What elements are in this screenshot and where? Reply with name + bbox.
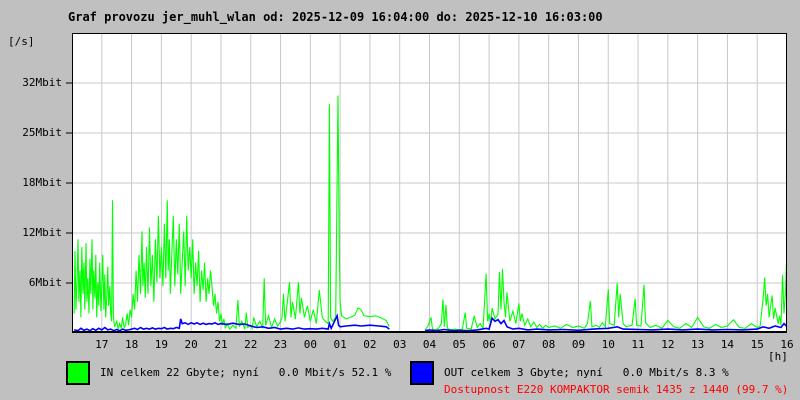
y-tick-label: 12Mbit (22, 226, 62, 239)
x-tick-label: 21 (214, 338, 228, 351)
x-tick-label: 02 (363, 338, 377, 351)
x-tick-label: 12 (661, 338, 675, 351)
legend-in-swatch (66, 361, 90, 385)
legend-out-label: OUT celkem 3 Gbyte; nyní 0.0 Mbit/s 8.3 … (444, 366, 729, 379)
x-tick-label: 23 (273, 338, 288, 351)
x-tick-label: 13 (691, 338, 705, 351)
y-tick-label: 25Mbit (22, 126, 62, 139)
traffic-graph (66, 33, 787, 333)
x-tick-label: 18 (124, 338, 139, 351)
y-axis-unit-label: [/s] (8, 35, 35, 48)
availability-status-text: Dostupnost E220 KOMPAKTOR semik 1435 z 1… (444, 383, 789, 396)
y-tick-label: 32Mbit (22, 76, 62, 89)
x-tick-label: 19 (154, 338, 168, 351)
legend-in-label: IN celkem 22 Gbyte; nyní 0.0 Mbit/s 52.1… (100, 366, 392, 379)
x-tick-label: 11 (631, 338, 645, 351)
x-tick-label: 22 (244, 338, 258, 351)
x-tick-label: 06 (482, 338, 496, 351)
x-tick-label: 20 (184, 338, 198, 351)
x-tick-label: 17 (95, 338, 109, 351)
y-tick-label: 18Mbit (22, 176, 62, 189)
x-tick-label: 01 (333, 338, 347, 351)
x-axis-unit-label: [h] (768, 350, 788, 363)
legend-out-swatch (410, 361, 434, 385)
x-tick-label: 15 (750, 338, 764, 351)
x-tick-label: 03 (393, 338, 407, 351)
x-tick-label: 04 (422, 338, 437, 351)
series-in-line (424, 264, 787, 331)
x-tick-label: 05 (452, 338, 466, 351)
page-title: Graf provozu jer_muhl_wlan od: 2025-12-0… (68, 10, 603, 24)
x-tick-label: 09 (571, 338, 586, 351)
x-tick-label: 07 (512, 338, 526, 351)
series-in-line (73, 95, 390, 331)
x-tick-label: 08 (542, 338, 556, 351)
traffic-chart-svg (66, 33, 787, 333)
y-tick-label: 6Mbit (28, 276, 62, 289)
x-tick-label: 00 (303, 338, 317, 351)
x-tick-label: 10 (601, 338, 615, 351)
x-tick-label: 14 (720, 338, 735, 351)
